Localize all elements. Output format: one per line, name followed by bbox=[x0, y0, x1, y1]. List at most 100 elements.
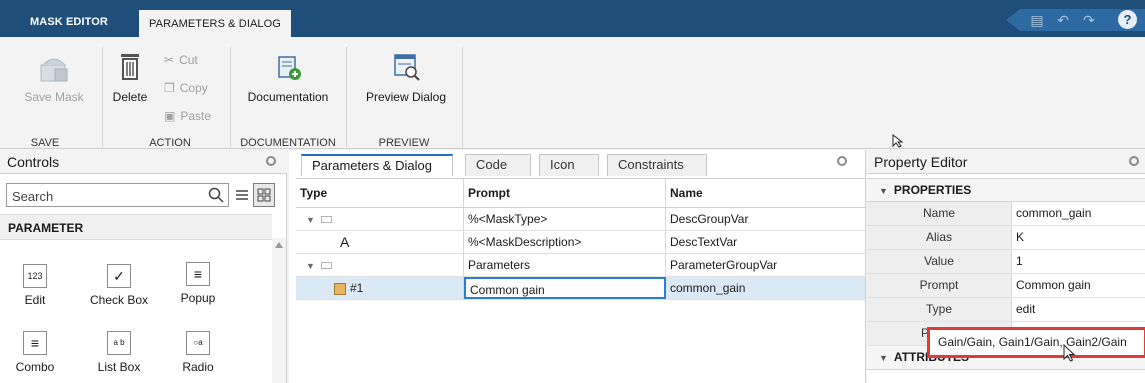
tab-icon[interactable]: Icon bbox=[539, 154, 599, 176]
undo-icon[interactable]: ↶ bbox=[1054, 11, 1072, 29]
property-value-alias[interactable]: K bbox=[1012, 226, 1145, 249]
documentation-button[interactable]: Documentation bbox=[238, 51, 338, 104]
documentation-icon bbox=[278, 56, 301, 80]
tab-parameters-and-dialog[interactable]: Parameters & Dialog bbox=[301, 154, 453, 176]
ribbon: Save Mask Delete ✂ Cut ❐ Copy ▣ Paste Do… bbox=[0, 37, 1145, 149]
save-icon[interactable]: ▤ bbox=[1028, 11, 1046, 29]
prompt-cell[interactable]: Parameters bbox=[464, 254, 666, 276]
control-combo-label: Combo bbox=[15, 360, 55, 374]
control-radio[interactable]: ○a Radio bbox=[163, 331, 233, 374]
control-edit-label: Edit bbox=[24, 293, 46, 307]
scroll-up-icon[interactable] bbox=[275, 242, 283, 248]
copy-icon: ❐ bbox=[164, 81, 175, 95]
name-cell[interactable]: ParameterGroupVar bbox=[666, 254, 865, 276]
pin-icon[interactable] bbox=[1129, 156, 1139, 166]
control-popup-label: Popup bbox=[180, 291, 216, 305]
parameter-section-header[interactable]: PARAMETER bbox=[0, 214, 272, 240]
list-view-icon[interactable] bbox=[234, 187, 250, 203]
toolstrip-tabs: MASK EDITOR PARAMETERS & DIALOG ▤ ↶ ↷ ? bbox=[0, 0, 1145, 37]
checkbox-control-icon: ✓ bbox=[107, 264, 131, 288]
paste-button[interactable]: ▣ Paste bbox=[164, 109, 211, 123]
property-row-name[interactable]: Name common_gain bbox=[867, 202, 1145, 226]
copy-button[interactable]: ❐ Copy bbox=[164, 81, 208, 95]
search-input[interactable]: Search bbox=[6, 183, 229, 207]
radio-control-icon: ○a bbox=[186, 331, 210, 355]
property-value-value[interactable]: 1 bbox=[1012, 250, 1145, 273]
name-cell[interactable]: DescGroupVar bbox=[666, 208, 865, 230]
section-label-preview: PREVIEW bbox=[378, 137, 430, 149]
property-editor-title: Property Editor bbox=[874, 154, 968, 170]
parameter-section-label: PARAMETER bbox=[8, 221, 84, 235]
preview-dialog-icon bbox=[394, 54, 420, 81]
pin-icon[interactable] bbox=[837, 156, 847, 166]
property-key: Name bbox=[867, 202, 1012, 225]
tab-constraints[interactable]: Constraints bbox=[607, 154, 707, 176]
pin-icon[interactable] bbox=[266, 156, 276, 166]
property-row-type[interactable]: Type edit bbox=[867, 298, 1145, 322]
preview-dialog-label: Preview Dialog bbox=[365, 90, 447, 104]
block-path-tooltip: Gain/Gain, Gain1/Gain, Gain2/Gain bbox=[927, 327, 1145, 358]
tab-parameters-dialog[interactable]: PARAMETERS & DIALOG bbox=[139, 8, 291, 37]
redo-icon[interactable]: ↷ bbox=[1080, 11, 1098, 29]
controls-header: Controls bbox=[0, 150, 287, 174]
save-mask-button[interactable]: Save Mask bbox=[14, 51, 94, 104]
tab-code[interactable]: Code bbox=[465, 154, 531, 176]
qat-notch bbox=[1006, 9, 1020, 31]
property-row-value[interactable]: Value 1 bbox=[867, 250, 1145, 274]
column-header-type[interactable]: Type bbox=[296, 179, 464, 207]
tab-mask-editor[interactable]: MASK EDITOR bbox=[20, 8, 118, 37]
property-row-alias[interactable]: Alias K bbox=[867, 226, 1145, 250]
group-folder-icon bbox=[320, 262, 332, 270]
properties-section-header[interactable]: ▼ PROPERTIES bbox=[867, 178, 1145, 202]
grid-view-icon bbox=[257, 188, 271, 202]
table-row[interactable]: A %<MaskDescription> DescTextVar bbox=[296, 231, 865, 254]
properties-section-label: PROPERTIES bbox=[893, 183, 972, 197]
expand-caret-icon[interactable]: ▼ bbox=[306, 215, 315, 225]
control-popup[interactable]: ≡ Popup bbox=[163, 262, 233, 305]
collapse-caret-icon[interactable]: ▼ bbox=[879, 186, 888, 196]
control-combo[interactable]: ≡ Combo bbox=[0, 331, 70, 374]
text-type-cell: A bbox=[296, 231, 464, 253]
save-mask-icon bbox=[40, 58, 68, 82]
name-cell[interactable]: common_gain bbox=[666, 277, 865, 299]
mouse-pointer-icon bbox=[1063, 344, 1076, 362]
search-icon[interactable] bbox=[208, 187, 224, 203]
documentation-label: Documentation bbox=[247, 90, 329, 104]
column-header-prompt[interactable]: Prompt bbox=[464, 179, 666, 207]
cut-label: Cut bbox=[179, 53, 198, 67]
table-row-selected[interactable]: #1 Common gain common_gain bbox=[296, 277, 865, 300]
prompt-cell[interactable]: %<MaskType> bbox=[464, 208, 666, 230]
controls-panel: Controls Search PARAMETER 123 Edit ✓ Che… bbox=[0, 150, 287, 383]
property-value-type[interactable]: edit bbox=[1012, 298, 1145, 321]
section-label-action: ACTION bbox=[149, 137, 191, 149]
control-edit[interactable]: 123 Edit bbox=[0, 264, 70, 307]
cursor-arrow-icon bbox=[892, 134, 904, 148]
type-cell: #1 bbox=[296, 277, 464, 299]
column-header-name[interactable]: Name bbox=[666, 179, 865, 207]
property-row-prompt[interactable]: Prompt Common gain bbox=[867, 274, 1145, 298]
name-cell[interactable]: DescTextVar bbox=[666, 231, 865, 253]
property-key: Alias bbox=[867, 226, 1012, 249]
preview-dialog-button[interactable]: Preview Dialog bbox=[354, 51, 458, 104]
expand-caret-icon[interactable]: ▼ bbox=[306, 261, 315, 271]
property-value-name[interactable]: common_gain bbox=[1012, 202, 1145, 225]
paste-icon: ▣ bbox=[164, 109, 176, 123]
table-row[interactable]: ▼ Parameters ParameterGroupVar bbox=[296, 254, 865, 277]
grid-view-button[interactable] bbox=[253, 183, 275, 207]
edit-param-icon bbox=[334, 282, 346, 295]
help-icon[interactable]: ? bbox=[1118, 10, 1137, 29]
trash-icon bbox=[121, 54, 139, 80]
property-key: Type bbox=[867, 298, 1012, 321]
control-list-box[interactable]: a b List Box bbox=[84, 331, 154, 374]
search-placeholder: Search bbox=[12, 189, 54, 204]
control-check-box[interactable]: ✓ Check Box bbox=[84, 264, 154, 307]
prompt-cell-editing[interactable]: Common gain bbox=[464, 277, 666, 299]
table-row[interactable]: ▼ %<MaskType> DescGroupVar bbox=[296, 208, 865, 231]
cut-button[interactable]: ✂ Cut bbox=[164, 53, 198, 67]
collapse-caret-icon[interactable]: ▼ bbox=[879, 353, 888, 363]
prompt-cell[interactable]: %<MaskDescription> bbox=[464, 231, 666, 253]
delete-button[interactable]: Delete bbox=[108, 51, 152, 104]
controls-scrollbar[interactable] bbox=[272, 238, 286, 383]
control-radio-label: Radio bbox=[182, 360, 214, 374]
property-value-prompt[interactable]: Common gain bbox=[1012, 274, 1145, 297]
